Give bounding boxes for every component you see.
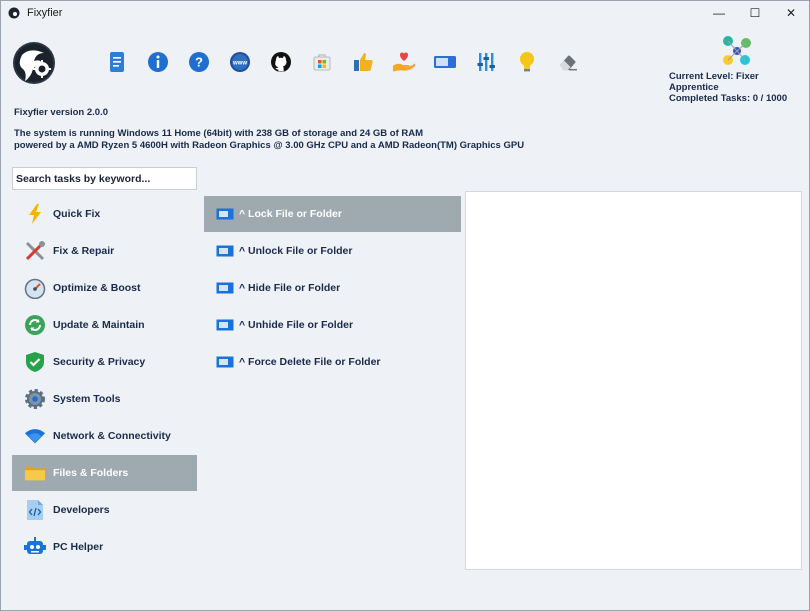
sidebar-item-update-maintain[interactable]: Update & Maintain [12,307,197,343]
donate-button[interactable] [392,49,416,75]
task-label: ^ Hide File or Folder [239,282,341,294]
task-window-icon [216,282,234,294]
wifi-icon [24,425,46,447]
sidebar-item-system-tools[interactable]: System Tools [12,381,197,417]
task-unhide-file-or-folder[interactable]: ^ Unhide File or Folder [204,307,461,343]
task-hide-file-or-folder[interactable]: ^ Hide File or Folder [204,270,461,306]
shield-icon [24,351,46,373]
minimize-button[interactable]: — [701,1,737,25]
sidebar-item-label: Developers [53,504,110,516]
sidebar-item-label: Fix & Repair [53,245,115,257]
robot-icon [24,536,46,558]
search-input[interactable] [12,167,197,190]
github-icon [271,52,291,72]
sidebar-item-label: System Tools [53,393,121,405]
code-file-icon [24,499,46,521]
task-label: ^ Force Delete File or Folder [239,356,381,368]
refresh-icon [24,314,46,336]
task-lock-file-or-folder[interactable]: ^ Lock File or Folder [204,196,461,232]
fixyfier-logo-icon [13,42,55,84]
document-button[interactable] [105,49,129,75]
app-window: Fixyfier — ☐ ✕ ? www Current Level: Fixe… [0,0,810,611]
help-button[interactable]: ? [187,49,211,75]
window-title: Fixyfier [27,7,63,19]
maximize-button[interactable]: ☐ [737,1,773,25]
level-badge-icon [723,36,751,65]
current-level-text: Current Level: Fixer Apprentice [669,71,759,93]
sidebar-item-label: Optimize & Boost [53,282,141,294]
sidebar-item-label: Security & Privacy [53,356,146,368]
svg-text:?: ? [195,55,203,70]
info-icon [148,52,168,72]
sidebar-item-fix-repair[interactable]: Fix & Repair [12,233,197,269]
window-toggle-icon [434,56,456,68]
task-label: ^ Lock File or Folder [239,208,342,220]
windows-store-icon [313,54,331,71]
store-button[interactable] [310,49,334,75]
sidebar-item-label: Files & Folders [53,467,129,479]
sidebar-item-security-privacy[interactable]: Security & Privacy [12,344,197,380]
tools-icon [24,240,46,262]
speedometer-icon [24,277,46,299]
task-label: ^ Unlock File or Folder [239,245,353,257]
sliders-icon [477,53,495,71]
version-label: Fixyfier version 2.0.0 [14,107,108,118]
task-window-icon [216,356,234,368]
system-info: The system is running Windows 11 Home (6… [14,128,524,152]
completed-tasks-text: Completed Tasks: 0 / 1000 [669,93,788,104]
system-info-line-2: powered by a AMD Ryzen 5 4600H with Rade… [14,140,525,151]
window-toggle-button[interactable] [433,49,457,75]
sidebar-item-label: PC Helper [53,541,104,553]
window-controls: — ☐ ✕ [701,1,809,25]
sidebar-item-developers[interactable]: Developers [12,492,197,528]
lightbulb-icon [520,52,534,72]
eraser-icon [560,55,577,71]
task-unlock-file-or-folder[interactable]: ^ Unlock File or Folder [204,233,461,269]
task-label: ^ Unhide File or Folder [239,319,354,331]
sidebar-item-files-folders[interactable]: Files & Folders [12,455,197,491]
thumbs-up-icon [354,53,373,71]
sidebar-item-label: Network & Connectivity [53,430,171,442]
task-window-icon [216,245,234,257]
svg-text:www: www [232,61,247,67]
sidebar-item-pc-helper[interactable]: PC Helper [12,529,197,565]
system-info-line-1: The system is running Windows 11 Home (6… [14,128,424,139]
task-window-icon [216,319,234,331]
title-bar: Fixyfier — ☐ ✕ [1,1,809,25]
clear-button[interactable] [556,49,580,75]
document-icon [110,52,124,72]
tips-button[interactable] [515,49,539,75]
sidebar-item-network-connectivity[interactable]: Network & Connectivity [12,418,197,454]
close-button[interactable]: ✕ [773,1,809,25]
task-force-delete-file-or-folder[interactable]: ^ Force Delete File or Folder [204,344,461,380]
like-button[interactable] [351,49,375,75]
sidebar-item-optimize-boost[interactable]: Optimize & Boost [12,270,197,306]
settings-sliders-button[interactable] [474,49,498,75]
help-icon: ? [189,52,209,72]
sidebar-item-label: Update & Maintain [53,319,145,331]
task-window-icon [216,208,234,220]
gear-icon [24,388,46,410]
folder-icon [24,462,46,484]
lightning-icon [24,203,46,225]
github-button[interactable] [269,49,293,75]
info-button[interactable] [146,49,170,75]
www-icon: www [230,52,250,72]
sidebar-item-label: Quick Fix [53,208,101,220]
app-logo-icon [8,7,20,19]
heart-hand-icon [393,52,416,72]
website-button[interactable]: www [228,49,252,75]
task-output-panel[interactable] [465,191,802,570]
level-status: Current Level: Fixer Apprentice Complete… [669,71,799,104]
sidebar-item-quick-fix[interactable]: Quick Fix [12,196,197,232]
